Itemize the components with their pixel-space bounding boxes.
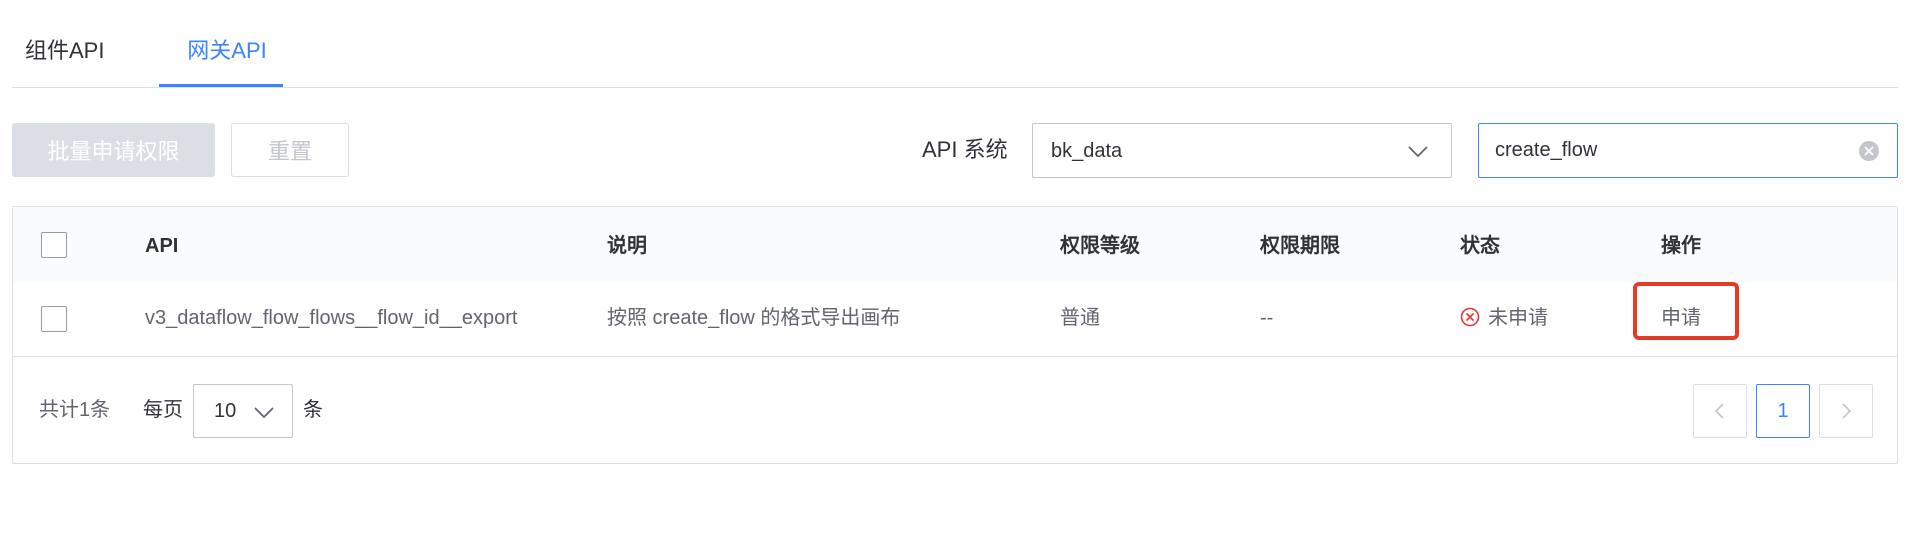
api-description: 按照 create_flow 的格式导出画布 [607, 307, 901, 329]
page-size-unit: 条 [303, 399, 323, 421]
page-size-value: 10 [214, 400, 237, 422]
table-header: API 说明 权限等级 权限期限 状态 操作 [13, 207, 1897, 283]
page-button-current[interactable]: 1 [1756, 384, 1810, 438]
chevron-left-icon [1714, 403, 1724, 419]
active-tab-indicator [159, 84, 283, 87]
api-system-label: API 系统 [922, 137, 1008, 162]
header-action: 操作 [1661, 235, 1701, 257]
status-text: 未申请 [1488, 307, 1548, 329]
header-expiry: 权限期限 [1260, 235, 1340, 257]
page-size-select[interactable]: 10 [193, 384, 293, 438]
api-system-select[interactable]: bk_data [1032, 123, 1452, 178]
prev-page-button[interactable] [1693, 384, 1747, 438]
permission-level: 普通 [1060, 307, 1100, 329]
close-circle-icon [1460, 307, 1480, 327]
table-row: v3_dataflow_flow_flows__flow_id__export … [13, 282, 1897, 357]
next-page-button[interactable] [1819, 384, 1873, 438]
batch-apply-button[interactable]: 批量申请权限 [12, 123, 215, 177]
reset-button[interactable]: 重置 [231, 123, 349, 177]
clear-icon[interactable] [1859, 141, 1879, 161]
header-api: API [145, 235, 179, 257]
chevron-down-icon [1408, 146, 1428, 158]
chevron-down-icon [254, 407, 274, 419]
chevron-right-icon [1842, 403, 1852, 419]
highlight-annotation-box [1633, 282, 1739, 340]
pagination: 共计1条 每页 10 条 1 [13, 357, 1897, 464]
api-tabs: 组件API 网关API [12, 0, 1898, 88]
header-description: 说明 [607, 235, 647, 257]
select-all-checkbox[interactable] [41, 232, 67, 258]
header-level: 权限等级 [1060, 235, 1140, 257]
api-system-value: bk_data [1051, 140, 1123, 162]
api-name-link[interactable]: v3_dataflow_flow_flows__flow_id__export [145, 303, 517, 333]
total-count: 共计1条 [39, 399, 111, 421]
row-checkbox[interactable] [41, 306, 67, 332]
per-page-label: 每页 [143, 399, 183, 421]
permission-expiry: -- [1260, 307, 1274, 329]
api-table: API 说明 权限等级 权限期限 状态 操作 v3_dataflow_flow_… [12, 206, 1898, 464]
tab-component-api[interactable]: 组件API [25, 36, 104, 66]
header-status: 状态 [1460, 235, 1500, 257]
api-search-input[interactable] [1495, 134, 1835, 166]
api-search-input-wrapper [1478, 123, 1898, 178]
tab-gateway-api[interactable]: 网关API [170, 36, 284, 66]
status-cell: 未申请 [1460, 303, 1548, 333]
